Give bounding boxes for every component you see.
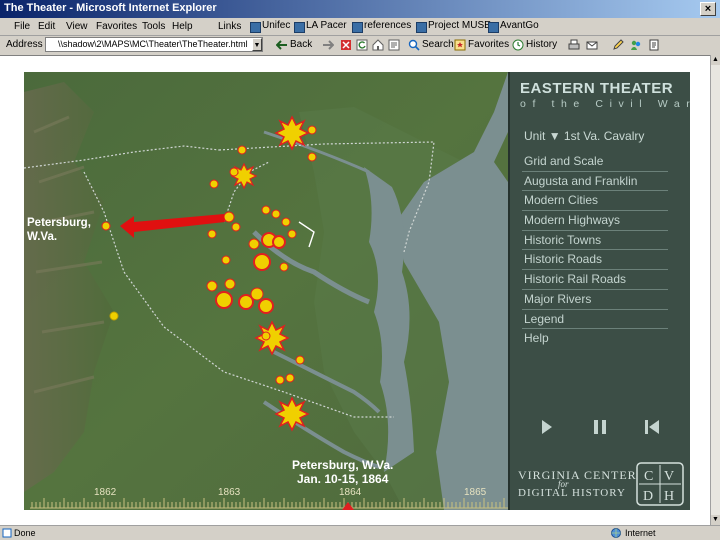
vcdh-logo: VIRGINIA CENTER for DIGITAL HISTORY C V … [518,462,686,506]
menu-help-panel[interactable]: Help [522,329,668,349]
history-button[interactable]: History [526,39,557,50]
scroll-down-icon[interactable]: ▼ [711,515,720,525]
svg-text:H: H [664,489,674,504]
menu-view[interactable]: View [66,21,88,32]
menu-bar: File Edit View Favorites Tools Help Link… [0,18,720,36]
address-dropdown-icon[interactable]: ▼ [252,38,262,51]
menu-legend[interactable]: Legend [522,310,668,330]
unit-label: Unit [524,129,546,143]
timeline-year-1864: 1864 [339,487,362,498]
link-la-pacer[interactable]: LA Pacer [294,20,347,33]
timeline-year-1863: 1863 [218,487,241,498]
menu-modern-cities[interactable]: Modern Cities [522,191,668,212]
menu-grid-and-scale[interactable]: Grid and Scale [522,152,668,172]
home-icon[interactable] [372,39,384,51]
svg-text:C: C [644,469,653,484]
logo-line2: DIGITAL HISTORY [518,487,626,499]
address-input[interactable]: \\shadow\2\MAPS\MC\Theater\TheTheater.ht… [45,37,263,52]
vcdh-seal-icon: C V D H [636,462,684,506]
menu-help[interactable]: Help [172,21,193,32]
close-button[interactable]: × [700,2,716,16]
control-panel: EASTERN THEATER of the Civil War Unit ▼ … [508,72,690,510]
research-icon[interactable] [648,39,660,51]
layer-menu: Grid and Scale Augusta and Franklin Mode… [522,152,668,349]
title-bar: The Theater - Microsoft Internet Explore… [0,0,720,18]
mail-icon[interactable] [586,39,598,51]
timeline-year-1862: 1862 [94,487,117,498]
menu-modern-highways[interactable]: Modern Highways [522,211,668,231]
links-label: Links [218,21,242,32]
menu-file[interactable]: File [14,21,30,32]
place-label-line1: Petersburg, [27,217,91,229]
address-label: Address [6,39,43,50]
svg-text:D: D [643,489,653,504]
menu-tools[interactable]: Tools [142,21,165,32]
play-icon[interactable] [534,415,558,439]
page-icon [2,528,12,538]
unit-name: 1st Va. Cavalry [563,129,645,143]
event-caption-line2: Jan. 10-15, 1864 [297,472,389,486]
timeline-year-1865: 1865 [464,487,487,498]
internet-zone-icon [611,528,621,538]
civil-war-map[interactable]: Petersburg, W.Va. Petersburg, W.Va. Jan.… [24,72,508,510]
vertical-scrollbar[interactable]: ▲ ▼ [710,55,720,525]
link-avantgo[interactable]: AvantGo [488,20,539,33]
link-references[interactable]: references [352,20,411,33]
history-icon[interactable] [512,39,524,51]
unit-selector[interactable]: Unit ▼ 1st Va. Cavalry [524,129,644,143]
event-caption-line1: Petersburg, W.Va. [292,458,393,472]
place-label-line2: W.Va. [27,231,57,243]
status-zone: Internet [625,528,656,538]
panel-subtitle: of the Civil War [520,98,697,110]
back-arrow-icon[interactable] [276,39,288,51]
refresh-icon[interactable] [356,39,368,51]
discuss-icon[interactable] [388,39,400,51]
flash-map-application: Petersburg, W.Va. Petersburg, W.Va. Jan.… [24,72,690,510]
menu-historic-rail-roads[interactable]: Historic Rail Roads [522,270,668,290]
menu-major-rivers[interactable]: Major Rivers [522,290,668,310]
menu-favorites[interactable]: Favorites [96,21,137,32]
menu-augusta-and-franklin[interactable]: Augusta and Franklin [522,172,668,192]
window-title: The Theater - Microsoft Internet Explore… [4,2,217,14]
menu-historic-roads[interactable]: Historic Roads [522,250,668,271]
scroll-up-icon[interactable]: ▲ [711,55,720,65]
status-bar: Done Internet [0,525,720,540]
logo-line1: VIRGINIA CENTER [518,468,637,482]
status-text: Done [14,528,36,538]
forward-arrow-icon[interactable] [322,39,334,51]
browser-window: The Theater - Microsoft Internet Explore… [0,0,720,540]
unit-dropdown-icon[interactable]: ▼ [549,129,561,143]
menu-edit[interactable]: Edit [38,21,55,32]
search-icon[interactable] [408,39,420,51]
skip-back-icon[interactable] [640,415,664,439]
address-toolbar: Address \\shadow\2\MAPS\MC\Theater\TheTh… [0,36,720,54]
print-icon[interactable] [568,39,580,51]
menu-historic-towns[interactable]: Historic Towns [522,231,668,251]
link-project-muse[interactable]: Project MUSE [416,20,491,33]
panel-title: EASTERN THEATER [520,80,674,97]
favorites-button[interactable]: Favorites [468,39,509,50]
link-unifec[interactable]: Unifec [250,20,290,33]
edit-icon[interactable] [612,39,624,51]
svg-text:V: V [664,469,674,484]
pause-icon[interactable] [588,415,612,439]
messenger-icon[interactable] [630,39,642,51]
search-button[interactable]: Search [422,39,454,50]
stop-icon[interactable] [340,39,352,51]
back-button[interactable]: Back [290,39,312,50]
favorites-icon[interactable] [454,39,466,51]
